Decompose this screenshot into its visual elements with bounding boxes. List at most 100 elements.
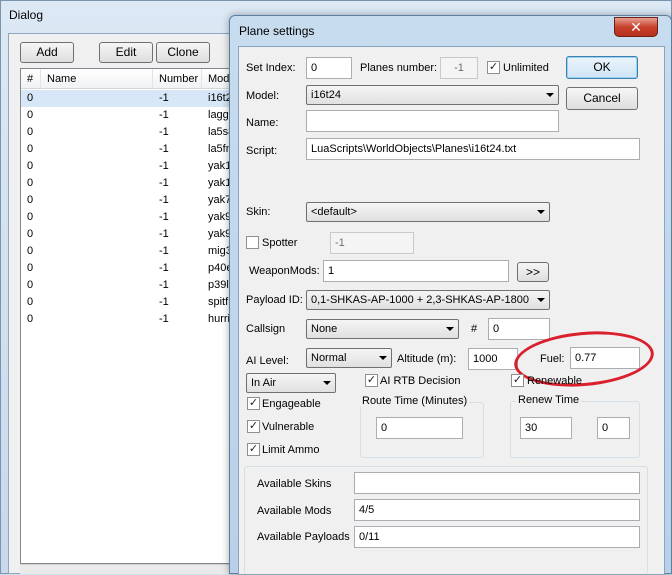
route-time-input[interactable]: 0 <box>376 417 463 439</box>
engageable-checkbox[interactable]: ✓ <box>247 397 260 410</box>
clone-button[interactable]: Clone <box>156 42 210 63</box>
available-payloads-label: Available Payloads <box>257 531 350 543</box>
callsign-number-input[interactable]: 0 <box>488 318 550 340</box>
row-index: 0 <box>27 143 34 155</box>
available-skins-input[interactable] <box>354 472 640 494</box>
row-number: -1 <box>159 296 169 308</box>
cancel-button[interactable]: Cancel <box>566 87 638 110</box>
available-mods-label: Available Mods <box>257 505 332 517</box>
row-number: -1 <box>159 143 169 155</box>
edit-button[interactable]: Edit <box>99 42 153 63</box>
model-select[interactable]: i16t24 <box>306 85 559 105</box>
callsign-select[interactable]: None <box>306 319 459 339</box>
row-index: 0 <box>27 109 34 121</box>
spotter-checkbox[interactable] <box>246 236 259 249</box>
set-index-label: Set Index: <box>246 62 296 74</box>
name-label: Name: <box>246 117 279 129</box>
route-time-label: Route Time (Minutes) <box>360 395 470 407</box>
available-skins-label: Available Skins <box>257 478 332 490</box>
close-icon[interactable]: ✕ <box>614 17 658 37</box>
payload-label: Payload ID: <box>246 294 303 306</box>
payload-select-value: 0,1-SHKAS-AP-1000 + 2,3-SHKAS-AP-1800 <box>311 294 529 306</box>
ai-level-select-value: Normal <box>311 352 347 364</box>
chevron-down-icon <box>379 356 387 360</box>
row-number: -1 <box>159 194 169 206</box>
weaponmods-label: WeaponMods: <box>249 265 320 277</box>
row-index: 0 <box>27 177 34 189</box>
renew-time-input[interactable]: 30 <box>520 417 572 439</box>
script-input[interactable]: LuaScripts\WorldObjects\Planes\i16t24.tx… <box>306 138 640 160</box>
row-index: 0 <box>27 313 34 325</box>
row-number: -1 <box>159 245 169 257</box>
callsign-label: Callsign <box>246 323 286 335</box>
column-header-number[interactable]: Number <box>153 69 202 89</box>
limit-ammo-checkbox[interactable]: ✓ <box>247 443 260 456</box>
row-number: -1 <box>159 228 169 240</box>
hash-label: # <box>471 323 478 335</box>
row-index: 0 <box>27 160 34 172</box>
available-mods-input[interactable]: 4/5 <box>354 499 640 521</box>
payload-select[interactable]: 0,1-SHKAS-AP-1000 + 2,3-SHKAS-AP-1800 <box>306 290 550 310</box>
weaponmods-more-button[interactable]: >> <box>517 262 549 282</box>
plane-settings-title: Plane settings <box>239 24 315 38</box>
skin-label: Skin: <box>246 206 271 218</box>
chevron-down-icon <box>537 210 545 214</box>
dialog-title: Dialog <box>9 8 44 22</box>
column-header-name[interactable]: Name <box>41 69 153 89</box>
spotter-label: Spotter <box>262 237 298 249</box>
row-number: -1 <box>159 126 169 138</box>
skin-select[interactable]: <default> <box>306 202 550 222</box>
row-index: 0 <box>27 279 34 291</box>
vulnerable-checkbox[interactable]: ✓ <box>247 420 260 433</box>
name-input[interactable] <box>306 110 559 132</box>
chevron-down-icon <box>323 381 331 385</box>
script-label: Script: <box>246 145 278 157</box>
row-number: -1 <box>159 177 169 189</box>
chevron-down-icon <box>446 327 454 331</box>
row-number: -1 <box>159 109 169 121</box>
row-number: -1 <box>159 160 169 172</box>
available-payloads-input[interactable]: 0/11 <box>354 526 640 548</box>
skin-select-value: <default> <box>311 206 357 218</box>
set-index-input[interactable]: 0 <box>306 57 352 79</box>
row-number: -1 <box>159 262 169 274</box>
weaponmods-input[interactable]: 1 <box>323 260 509 282</box>
limit-ammo-label: Limit Ammo <box>262 444 320 456</box>
row-index: 0 <box>27 245 34 257</box>
renewable-checkbox[interactable]: ✓ <box>511 374 524 387</box>
row-index: 0 <box>27 126 34 138</box>
spotter-input[interactable]: -1 <box>330 232 414 254</box>
row-number: -1 <box>159 279 169 291</box>
add-button[interactable]: Add <box>20 42 74 63</box>
renew-time-label: Renew Time <box>516 394 582 406</box>
row-number: -1 <box>159 211 169 223</box>
row-number: -1 <box>159 313 169 325</box>
row-index: 0 <box>27 262 34 274</box>
row-index: 0 <box>27 296 34 308</box>
row-index: 0 <box>27 211 34 223</box>
renew-time-secondary-input[interactable]: 0 <box>597 417 630 439</box>
ai-level-label: AI Level: <box>246 355 289 367</box>
unlimited-label: Unlimited <box>503 62 549 74</box>
start-type-select[interactable]: In Air <box>246 373 336 393</box>
row-index: 0 <box>27 92 34 104</box>
vulnerable-label: Vulnerable <box>262 421 315 433</box>
chevron-down-icon <box>546 93 554 97</box>
ai-rtb-checkbox[interactable]: ✓ <box>365 374 378 387</box>
ok-button[interactable]: OK <box>566 56 638 79</box>
start-type-select-value: In Air <box>251 377 277 389</box>
ai-level-select[interactable]: Normal <box>306 348 392 368</box>
column-header-index[interactable]: # <box>21 69 41 89</box>
ai-rtb-label: AI RTB Decision <box>380 375 461 387</box>
callsign-select-value: None <box>311 323 338 335</box>
altitude-label: Altitude (m): <box>397 353 457 365</box>
model-label: Model: <box>246 90 280 102</box>
engageable-label: Engageable <box>262 398 321 410</box>
unlimited-checkbox[interactable]: ✓ <box>487 61 500 74</box>
altitude-input[interactable]: 1000 <box>468 348 518 370</box>
row-number: -1 <box>159 92 169 104</box>
planes-number-label: Planes number: <box>360 62 438 74</box>
renewable-label: Renewable <box>527 375 583 387</box>
model-select-value: i16t24 <box>311 89 341 101</box>
planes-number-input[interactable]: -1 <box>440 57 478 79</box>
